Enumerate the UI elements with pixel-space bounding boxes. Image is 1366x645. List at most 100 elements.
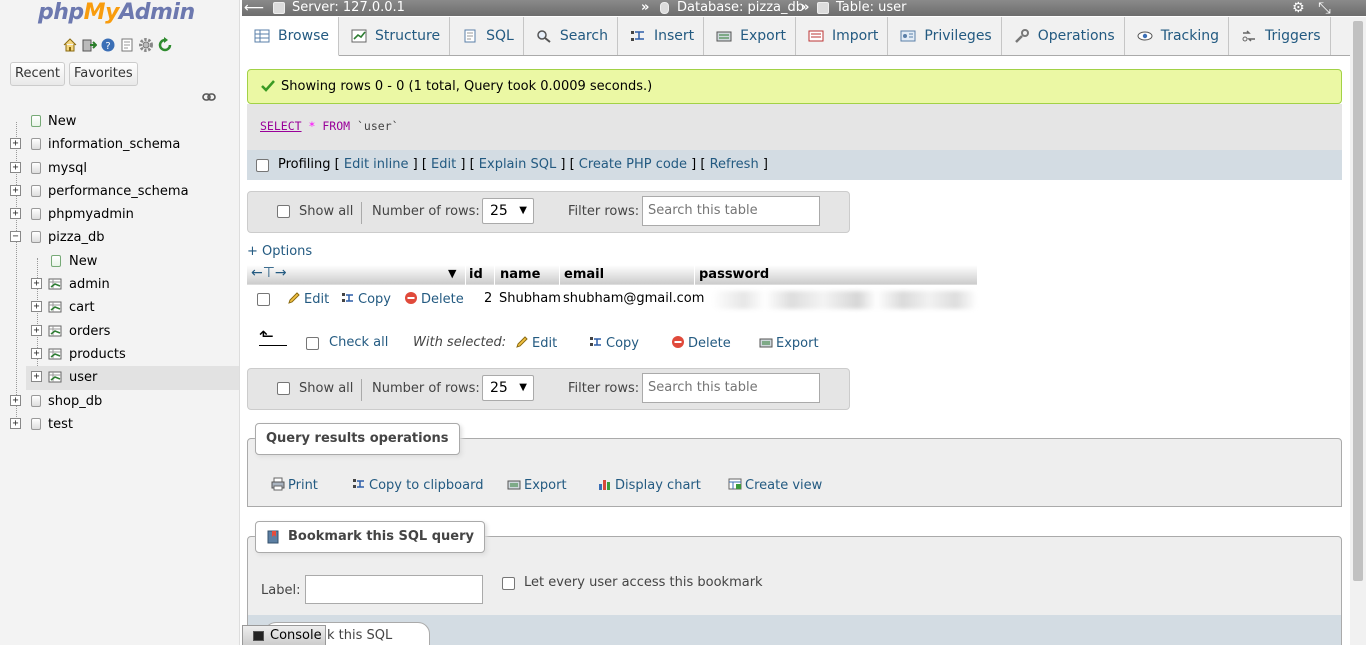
row-copy-button[interactable]: Copy <box>341 291 391 307</box>
collapse-icon[interactable]: − <box>10 231 21 243</box>
phpmyadmin-logo[interactable]: phpMyAdmin <box>38 0 195 25</box>
expand-icon[interactable]: + <box>31 278 42 290</box>
row-delete-button[interactable]: Delete <box>404 291 464 307</box>
edit-query-link[interactable]: Edit <box>431 157 456 172</box>
sidebar-item-label[interactable]: pizza_db <box>48 226 104 249</box>
collapse-icon[interactable]: ⤡ <box>1318 0 1331 16</box>
column-header-password[interactable]: password <box>699 267 769 282</box>
settings-gear-icon[interactable] <box>138 37 154 53</box>
cell-id[interactable]: 2 <box>484 291 492 306</box>
share-bookmark-checkbox[interactable] <box>502 577 515 590</box>
tab-insert[interactable]: Insert <box>618 17 705 55</box>
docs-icon[interactable] <box>119 37 135 53</box>
create-php-code-link[interactable]: Create PHP code <box>579 157 687 172</box>
cell-email[interactable]: shubham@gmail.com <box>563 291 704 306</box>
refresh-link[interactable]: Refresh <box>710 157 759 172</box>
profiling-checkbox[interactable] <box>256 159 269 172</box>
sidebar-table-item[interactable]: + cart <box>0 296 239 319</box>
sidebar-table-item[interactable]: + products <box>0 343 239 366</box>
sidebar-database-item[interactable]: + mysql <box>0 157 239 180</box>
sql-query-display[interactable]: SELECT * FROM `user` <box>247 104 1342 150</box>
create-view-button[interactable]: Create view <box>728 477 822 493</box>
cell-name[interactable]: Shubham <box>499 291 561 306</box>
sidebar-item-label[interactable]: cart <box>69 296 95 319</box>
column-header-email[interactable]: email <box>564 267 604 282</box>
export-results-button[interactable]: Export <box>507 477 567 493</box>
sidebar-item-label[interactable]: orders <box>69 320 110 343</box>
sidebar-item-label[interactable]: New <box>69 250 97 273</box>
expand-icon[interactable]: + <box>31 347 42 359</box>
breadcrumb-table[interactable]: Table: user <box>836 0 906 16</box>
home-icon[interactable] <box>62 37 78 53</box>
bulk-export-button[interactable]: Export <box>759 335 819 351</box>
logout-icon[interactable] <box>81 37 97 53</box>
sidebar-item-label[interactable]: phpmyadmin <box>48 203 134 226</box>
row-checkbox[interactable] <box>257 293 270 306</box>
breadcrumb-database[interactable]: Database: pizza_db <box>677 0 804 16</box>
sidebar-item-label[interactable]: test <box>48 413 73 436</box>
sidebar-item-label[interactable]: user <box>69 366 97 389</box>
expand-icon[interactable]: + <box>10 208 21 220</box>
page-settings-gear-icon[interactable]: ⚙ <box>1292 0 1305 16</box>
column-resize-arrows-icon[interactable]: ←⊤→ <box>251 265 287 281</box>
expand-icon[interactable]: + <box>10 394 21 406</box>
recent-tab[interactable]: Recent <box>10 62 65 86</box>
display-chart-button[interactable]: Display chart <box>598 477 701 493</box>
filter-rows-input[interactable]: Search this table <box>642 196 820 226</box>
sidebar-table-item[interactable]: + orders <box>0 320 239 343</box>
sidebar-item-label[interactable]: New <box>48 110 76 133</box>
sql-keyword-select[interactable]: SELECT <box>260 119 302 133</box>
edit-inline-link[interactable]: Edit inline <box>344 157 409 172</box>
cell-password-blurred[interactable] <box>712 291 977 309</box>
scrollbar[interactable] <box>1350 17 1366 645</box>
help-icon[interactable]: ? <box>100 37 116 53</box>
tab-import[interactable]: Import <box>796 17 889 55</box>
tab-operations[interactable]: Operations <box>1002 17 1125 55</box>
link-icon[interactable] <box>202 92 216 102</box>
tab-export[interactable]: Export <box>704 17 796 55</box>
tab-sql[interactable]: SQL <box>450 17 524 55</box>
show-all-checkbox-bottom[interactable] <box>277 382 290 395</box>
expand-icon[interactable]: + <box>10 161 21 173</box>
sidebar-table-item[interactable]: + admin <box>0 273 239 296</box>
show-all-checkbox[interactable] <box>277 205 290 218</box>
favorites-tab[interactable]: Favorites <box>68 62 138 86</box>
filter-rows-input-bottom[interactable]: Search this table <box>642 373 820 403</box>
expand-icon[interactable]: + <box>10 417 21 429</box>
sidebar-item-label[interactable]: admin <box>69 273 110 296</box>
sidebar-database-item[interactable]: + performance_schema <box>0 180 239 203</box>
bulk-delete-button[interactable]: Delete <box>671 335 731 351</box>
expand-icon[interactable]: + <box>31 301 42 313</box>
column-header-id[interactable]: id <box>469 267 483 282</box>
sidebar-database-item[interactable]: + phpmyadmin <box>0 203 239 226</box>
sidebar-item-label[interactable]: information_schema <box>48 133 180 156</box>
tab-tracking[interactable]: Tracking <box>1125 17 1229 55</box>
back-arrow-icon[interactable]: ⟵ <box>244 0 264 16</box>
column-header-name[interactable]: name <box>500 267 540 282</box>
bulk-copy-button[interactable]: Copy <box>589 335 639 351</box>
sidebar-item-label[interactable]: performance_schema <box>48 180 189 203</box>
sidebar-database-item[interactable]: + test <box>0 413 239 436</box>
options-link[interactable]: + Options <box>247 244 312 259</box>
sort-dropdown-icon[interactable]: ▼ <box>448 267 456 280</box>
expand-icon[interactable]: + <box>10 184 21 196</box>
scrollbar-thumb[interactable] <box>1353 21 1363 581</box>
expand-icon[interactable]: + <box>31 324 42 336</box>
tab-triggers[interactable]: Triggers <box>1229 17 1331 55</box>
sidebar-item-label[interactable]: products <box>69 343 126 366</box>
sidebar-item-label[interactable]: mysql <box>48 157 87 180</box>
tab-privileges[interactable]: Privileges <box>888 17 1002 55</box>
copy-to-clipboard-button[interactable]: Copy to clipboard <box>352 477 483 493</box>
reload-icon[interactable] <box>157 37 173 53</box>
explain-sql-link[interactable]: Explain SQL <box>479 157 556 172</box>
tab-browse[interactable]: Browse <box>242 17 339 56</box>
sidebar-new-item[interactable]: New <box>0 250 239 273</box>
sidebar-table-item[interactable]: + user <box>26 366 239 390</box>
check-all-label[interactable]: Check all <box>329 335 388 350</box>
console-toggle[interactable]: Console <box>242 625 326 645</box>
sidebar-database-item[interactable]: − pizza_db <box>0 226 239 249</box>
tab-structure[interactable]: Structure <box>339 17 451 55</box>
sidebar-item-label[interactable]: shop_db <box>48 390 102 413</box>
breadcrumb-server[interactable]: Server: 127.0.0.1 <box>292 0 405 16</box>
expand-icon[interactable]: + <box>10 138 21 150</box>
